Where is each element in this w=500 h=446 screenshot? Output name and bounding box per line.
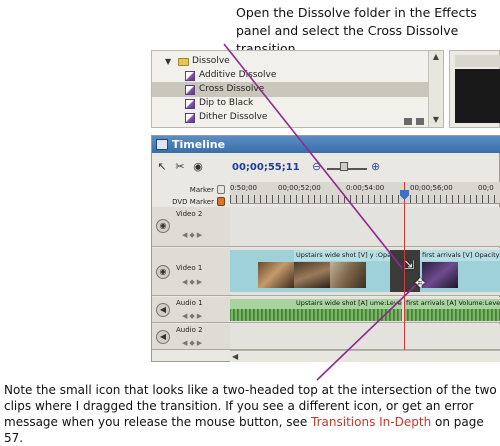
callout-line-bottom <box>316 284 417 381</box>
transitions-in-depth-link[interactable]: Transitions In-Depth <box>311 415 431 429</box>
callout-line-top <box>223 43 403 269</box>
callout-lines <box>223 43 417 381</box>
bottom-caption: Note the small icon that looks like a tw… <box>4 382 498 446</box>
